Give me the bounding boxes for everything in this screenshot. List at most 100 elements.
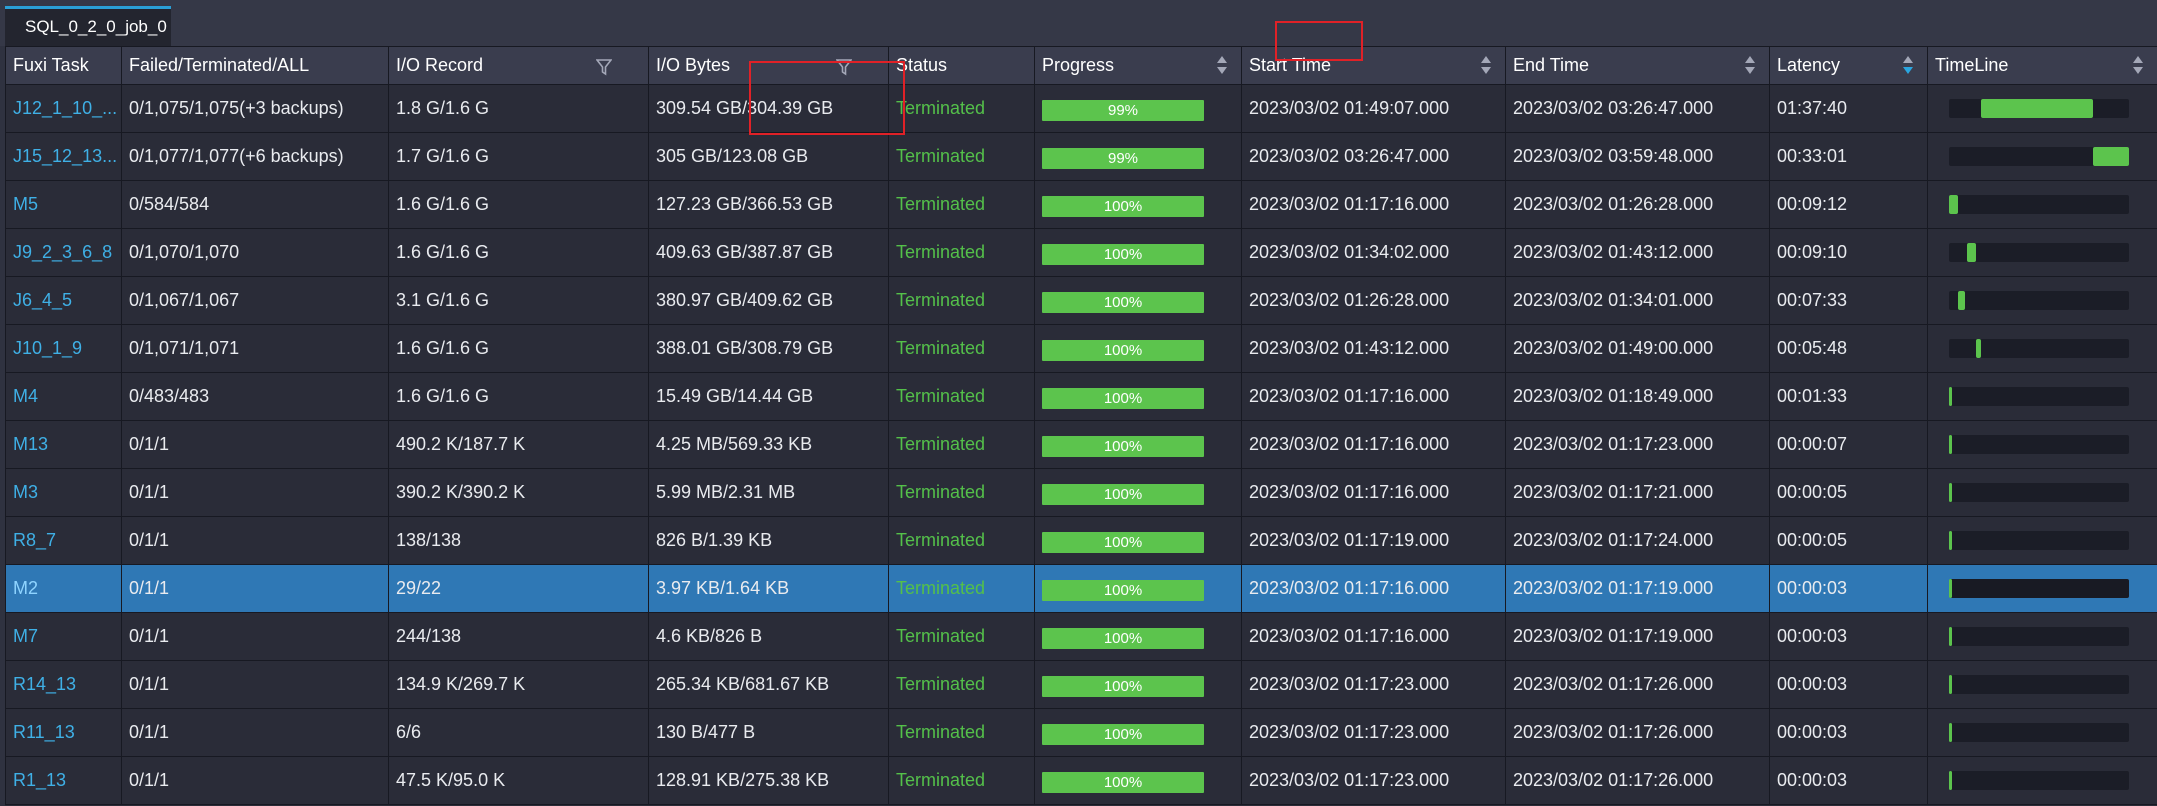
progress-cell: 100% xyxy=(1034,420,1242,469)
col-header-instances[interactable]: Failed/Terminated/ALL xyxy=(121,46,389,85)
task-name-link[interactable]: M5 xyxy=(5,180,122,229)
table-row[interactable]: M4 0/483/483 1.6 G/1.6 G 15.49 GB/14.44 GB T… xyxy=(5,372,2157,421)
col-header-io-record[interactable]: I/O Record xyxy=(388,46,649,85)
task-name-link[interactable]: J15_12_13... xyxy=(5,132,122,181)
progress-bar: 99% xyxy=(1042,100,1204,121)
timeline-cell xyxy=(1927,516,2157,565)
filter-icon[interactable] xyxy=(596,58,612,76)
table-row[interactable]: J9_2_3_6_8 0/1,070/1,070 1.6 G/1.6 G 409.63… xyxy=(5,228,2157,277)
task-name-link[interactable]: J12_1_10_... xyxy=(5,84,122,133)
task-name-link[interactable]: M3 xyxy=(5,468,122,517)
io-record-cell: 47.5 K/95.0 K xyxy=(388,756,649,805)
table-row[interactable]: R1_13 0/1/1 47.5 K/95.0 K 128.91 KB/275.38 … xyxy=(5,756,2157,805)
io-bytes-cell: 3.97 KB/1.64 KB xyxy=(648,564,889,613)
timeline-cell xyxy=(1927,324,2157,373)
start-time-cell: 2023/03/02 01:17:16.000 xyxy=(1241,564,1506,613)
sort-icon[interactable] xyxy=(1481,56,1491,76)
task-name-link[interactable]: M4 xyxy=(5,372,122,421)
latency-cell: 00:07:33 xyxy=(1769,276,1928,325)
latency-cell: 00:00:03 xyxy=(1769,708,1928,757)
table-row[interactable]: M2 0/1/1 29/22 3.97 KB/1.64 KB Terminated 100… xyxy=(5,564,2157,613)
io-record-cell: 1.6 G/1.6 G xyxy=(388,372,649,421)
table-row[interactable]: M13 0/1/1 490.2 K/187.7 K 4.25 MB/569.33 KB… xyxy=(5,420,2157,469)
col-header-timeline[interactable]: TimeLine xyxy=(1927,46,2157,85)
end-time-cell: 2023/03/02 01:17:26.000 xyxy=(1505,708,1770,757)
instances-cell: 0/1/1 xyxy=(121,756,389,805)
progress-cell: 99% xyxy=(1034,132,1242,181)
task-name-link[interactable]: J10_1_9 xyxy=(5,324,122,373)
io-record-cell: 6/6 xyxy=(388,708,649,757)
timeline-bar xyxy=(2093,147,2129,166)
col-header-label: Status xyxy=(896,55,948,75)
table-row[interactable]: M7 0/1/1 244/138 4.6 KB/826 B Terminated 100%… xyxy=(5,612,2157,661)
task-name-link[interactable]: J9_2_3_6_8 xyxy=(5,228,122,277)
task-name-link[interactable]: J6_4_5 xyxy=(5,276,122,325)
end-time-cell: 2023/03/02 01:34:01.000 xyxy=(1505,276,1770,325)
timeline-bar xyxy=(1949,771,1952,790)
end-time-cell: 2023/03/02 01:43:12.000 xyxy=(1505,228,1770,277)
table-row[interactable]: J10_1_9 0/1,071/1,071 1.6 G/1.6 G 388.01 GB… xyxy=(5,324,2157,373)
col-header-status[interactable]: Status xyxy=(888,46,1035,85)
latency-cell: 00:05:48 xyxy=(1769,324,1928,373)
end-time-cell: 2023/03/02 01:26:28.000 xyxy=(1505,180,1770,229)
col-header-progress[interactable]: Progress xyxy=(1034,46,1242,85)
task-name-link[interactable]: M7 xyxy=(5,612,122,661)
task-name-link[interactable]: R14_13 xyxy=(5,660,122,709)
status-cell: Terminated xyxy=(888,276,1035,325)
sort-icon[interactable] xyxy=(2133,56,2143,76)
col-header-io-bytes[interactable]: I/O Bytes xyxy=(648,46,889,85)
table-row[interactable]: J15_12_13... 0/1,077/1,077(+6 backups) 1.7… xyxy=(5,132,2157,181)
start-time-cell: 2023/03/02 01:17:23.000 xyxy=(1241,708,1506,757)
sort-icon[interactable] xyxy=(1745,56,1755,76)
table-row[interactable]: J6_4_5 0/1,067/1,067 3.1 G/1.6 G 380.97 GB/… xyxy=(5,276,2157,325)
table-header: Fuxi Task Failed/Terminated/ALL I/O Reco… xyxy=(5,46,2157,85)
sort-desc-icon[interactable] xyxy=(1903,56,1913,76)
col-header-label: I/O Record xyxy=(396,55,484,75)
timeline-track xyxy=(1949,579,2129,598)
progress-bar: 100% xyxy=(1042,724,1204,745)
table-row[interactable]: M3 0/1/1 390.2 K/390.2 K 5.99 MB/2.31 MB Ter… xyxy=(5,468,2157,517)
table-row[interactable]: R14_13 0/1/1 134.9 K/269.7 K 265.34 KB/681.… xyxy=(5,660,2157,709)
timeline-bar xyxy=(1949,435,1952,454)
task-name-link[interactable]: R1_13 xyxy=(5,756,122,805)
col-header-latency[interactable]: Latency xyxy=(1769,46,1928,85)
io-record-cell: 134.9 K/269.7 K xyxy=(388,660,649,709)
filter-icon[interactable] xyxy=(836,58,852,76)
timeline-cell xyxy=(1927,420,2157,469)
col-header-task[interactable]: Fuxi Task xyxy=(5,46,122,85)
task-name-link[interactable]: R11_13 xyxy=(5,708,122,757)
timeline-track xyxy=(1949,243,2129,262)
table-row[interactable]: R8_7 0/1/1 138/138 826 B/1.39 KB Terminated 1… xyxy=(5,516,2157,565)
timeline-cell xyxy=(1927,660,2157,709)
task-name-link[interactable]: R8_7 xyxy=(5,516,122,565)
task-name-link[interactable]: M2 xyxy=(5,564,122,613)
status-cell: Terminated xyxy=(888,420,1035,469)
status-cell: Terminated xyxy=(888,564,1035,613)
table-row[interactable]: R11_13 0/1/1 6/6 130 B/477 B Terminated 100% 2… xyxy=(5,708,2157,757)
io-record-cell: 29/22 xyxy=(388,564,649,613)
table-body: J12_1_10_... 0/1,075/1,075(+3 backups) 1.8… xyxy=(5,84,2157,805)
tab-job[interactable]: SQL_0_2_0_job_0 xyxy=(5,6,171,46)
task-name-link[interactable]: M13 xyxy=(5,420,122,469)
io-bytes-cell: 388.01 GB/308.79 GB xyxy=(648,324,889,373)
start-time-cell: 2023/03/02 01:17:16.000 xyxy=(1241,420,1506,469)
latency-cell: 00:09:10 xyxy=(1769,228,1928,277)
progress-bar: 100% xyxy=(1042,772,1204,793)
timeline-cell xyxy=(1927,756,2157,805)
timeline-bar xyxy=(1949,627,1952,646)
sort-icon[interactable] xyxy=(1217,56,1227,76)
timeline-bar xyxy=(1949,531,1952,550)
start-time-cell: 2023/03/02 01:49:07.000 xyxy=(1241,84,1506,133)
status-cell: Terminated xyxy=(888,324,1035,373)
timeline-bar xyxy=(1981,99,2093,118)
col-header-end-time[interactable]: End Time xyxy=(1505,46,1770,85)
table-row[interactable]: J12_1_10_... 0/1,075/1,075(+3 backups) 1.8… xyxy=(5,84,2157,133)
latency-cell: 00:01:33 xyxy=(1769,372,1928,421)
progress-bar: 100% xyxy=(1042,292,1204,313)
table-row[interactable]: M5 0/584/584 1.6 G/1.6 G 127.23 GB/366.53 G… xyxy=(5,180,2157,229)
progress-bar: 100% xyxy=(1042,628,1204,649)
col-header-start-time[interactable]: Start Time xyxy=(1241,46,1506,85)
progress-cell: 100% xyxy=(1034,324,1242,373)
io-bytes-cell: 309.54 GB/304.39 GB xyxy=(648,84,889,133)
timeline-cell xyxy=(1927,372,2157,421)
